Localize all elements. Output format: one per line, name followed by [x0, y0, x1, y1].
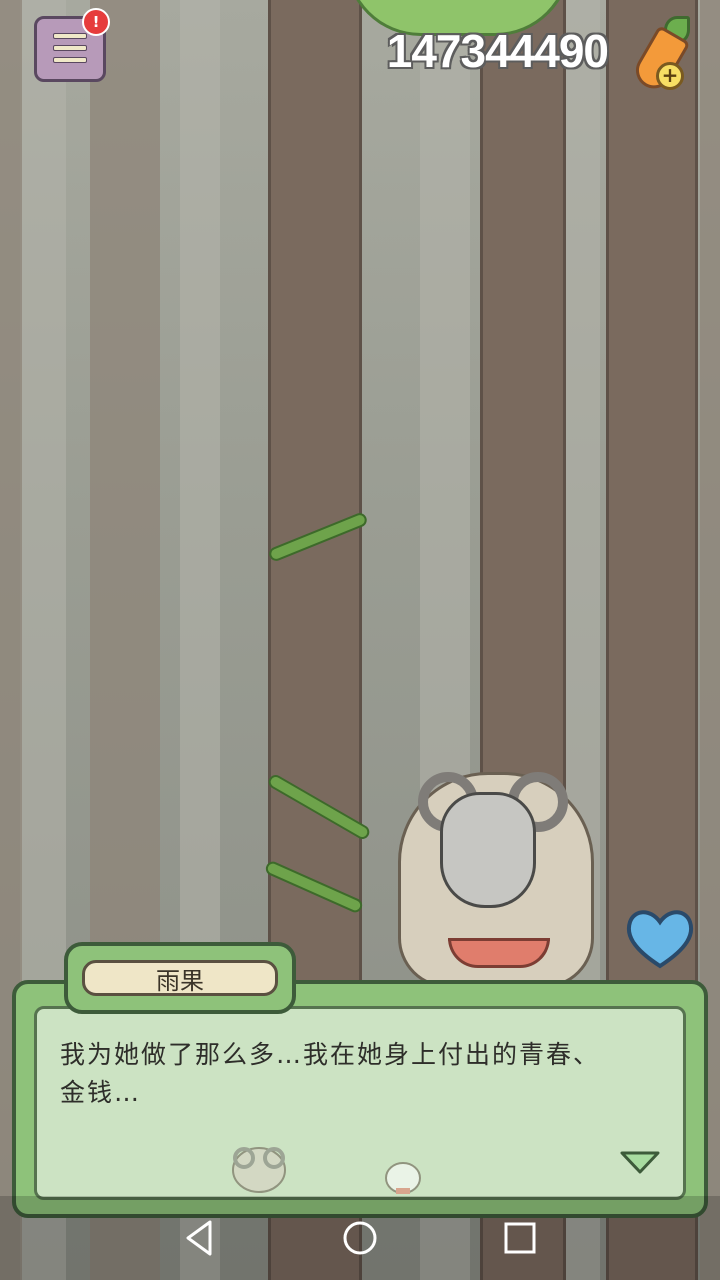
- home-icon[interactable]: [338, 1216, 382, 1260]
- mini-bunny: [385, 1162, 421, 1194]
- recents-icon[interactable]: [498, 1216, 542, 1260]
- speaker-tab: 雨果: [64, 942, 296, 1014]
- sheep-character: [388, 752, 598, 988]
- next-arrow-icon[interactable]: [620, 1150, 660, 1174]
- back-icon[interactable]: [178, 1216, 222, 1260]
- coin-counter: 147344490: [386, 25, 609, 77]
- notification-badge: !: [82, 8, 110, 36]
- dialog-text: 我为她做了那么多…我在她身上付出的青春、 金钱…: [60, 1036, 670, 1112]
- sheep-face: [440, 792, 536, 908]
- sheep-scarf: [448, 938, 550, 968]
- heart-icon[interactable]: [622, 904, 698, 970]
- plus-icon: +: [656, 62, 684, 90]
- dialog-line: 金钱…: [60, 1078, 142, 1107]
- mini-sheep: [232, 1147, 286, 1193]
- speaker-name: 雨果: [82, 960, 278, 996]
- add-carrot-button[interactable]: +: [629, 14, 702, 95]
- dialog-line: 我为她做了那么多…我在她身上付出的青春、: [60, 1040, 601, 1069]
- system-nav-bar: [0, 1196, 720, 1280]
